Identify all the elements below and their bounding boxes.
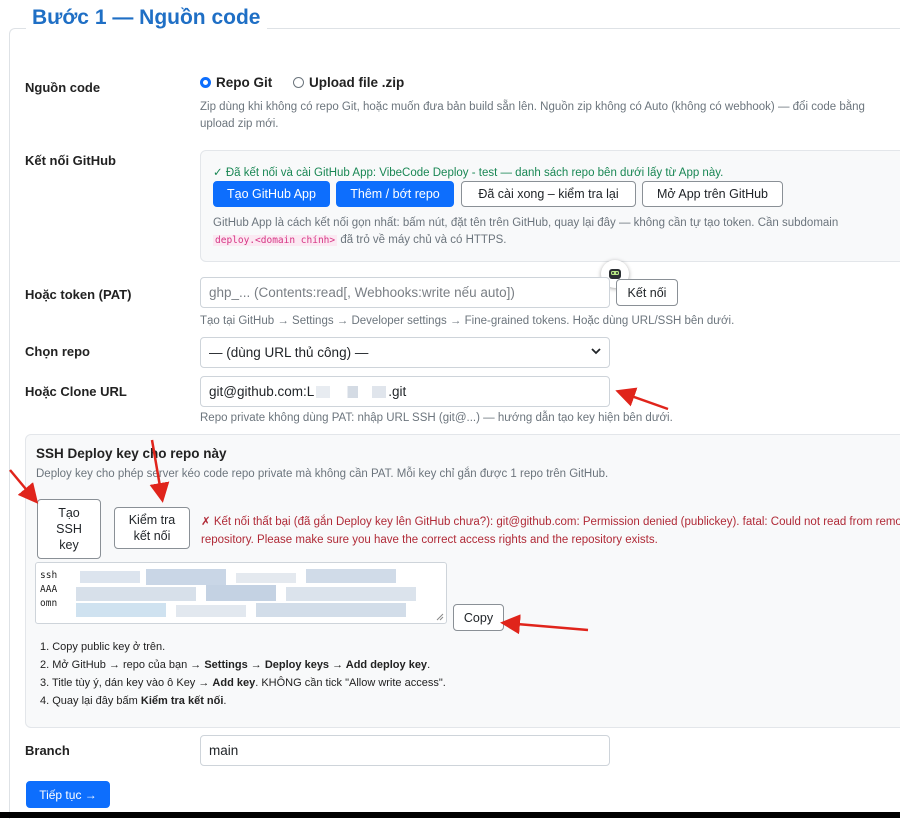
ssh-title: SSH Deploy key cho repo này	[36, 446, 227, 461]
step-title: Bước 1 — Nguồn code	[26, 6, 267, 30]
repo-label: Chọn repo	[25, 344, 90, 359]
clone-label: Hoặc Clone URL	[25, 384, 127, 399]
github-help: GitHub App là cách kết nối gọn nhất: bấm…	[213, 217, 839, 246]
github-connect-box: ✓ Đã kết nối và cài GitHub App: VibeCode…	[200, 150, 900, 262]
github-label: Kết nối GitHub	[25, 153, 116, 168]
resize-handle-icon[interactable]	[436, 613, 444, 621]
step-2: 2. Mở GitHub → repo của bạn → Settings →…	[40, 659, 431, 671]
connection-error: ✗ Kết nối thất bại (đã gắn Deploy key lê…	[201, 516, 900, 546]
create-ssh-key-button[interactable]: Tạo SSH key	[37, 499, 101, 559]
radio-repo-git-label: Repo Git	[216, 75, 273, 90]
radio-repo-git[interactable]: Repo Git	[200, 75, 272, 90]
repo-select-value: — (dùng URL thủ công) —	[209, 345, 369, 360]
token-connect-button[interactable]: Kết nối	[616, 279, 678, 306]
public-key-textarea[interactable]: ssh AAA omn	[35, 562, 447, 624]
radio-upload-zip[interactable]: Upload file .zip	[293, 75, 404, 90]
radio-upload-zip-label: Upload file .zip	[309, 75, 405, 90]
clone-url-input[interactable]: git@github.com:L .git	[200, 376, 610, 407]
step-3: 3. Title tùy ý, dán key vào ô Key → Add …	[40, 677, 446, 689]
ssh-steps: 1. Copy public key ở trên. 2. Mở GitHub …	[40, 638, 446, 710]
open-app-github-button[interactable]: Mở App trên GitHub	[642, 181, 783, 207]
ssh-desc: Deploy key cho phép server kéo code repo…	[36, 468, 609, 480]
check-connection-button[interactable]: Kiểm tra kết nối	[114, 507, 190, 549]
copy-key-button[interactable]: Copy	[453, 604, 504, 631]
token-help: Tạo tại GitHub → Settings → Developer se…	[200, 315, 735, 327]
continue-button[interactable]: Tiếp tục →	[26, 781, 110, 808]
clone-url-prefix: git@github.com:L	[209, 384, 315, 399]
token-label: Hoặc token (PAT)	[25, 287, 132, 302]
recheck-install-button[interactable]: Đã cài xong – kiểm tra lại	[461, 181, 636, 207]
clone-help: Repo private không dùng PAT: nhập URL SS…	[200, 412, 673, 424]
create-github-app-button[interactable]: Tạo GitHub App	[213, 181, 330, 207]
radio-checked-icon	[200, 77, 211, 88]
subdomain-code: deploy.<domain chính>	[213, 235, 338, 246]
chevron-down-icon	[591, 348, 601, 355]
source-help: Zip dùng khi không có repo Git, hoặc muố…	[200, 101, 865, 130]
public-key-text: ssh AAA omn	[40, 570, 58, 609]
add-remove-repo-button[interactable]: Thêm / bớt repo	[336, 181, 454, 207]
clone-url-suffix: .git	[388, 384, 407, 399]
redacted-repo-name	[316, 385, 387, 398]
github-status: ✓ Đã kết nối và cài GitHub App: VibeCode…	[213, 167, 724, 179]
source-label: Nguồn code	[25, 80, 101, 95]
branch-input[interactable]: main	[200, 735, 610, 766]
radio-unchecked-icon	[293, 77, 304, 88]
step-1: 1. Copy public key ở trên.	[40, 641, 166, 653]
ssh-deploy-key-box: SSH Deploy key cho repo này Deploy key c…	[25, 434, 900, 728]
step-4: 4. Quay lại đây bấm Kiểm tra kết nối.	[40, 695, 227, 707]
repo-select[interactable]: — (dùng URL thủ công) —	[200, 337, 610, 368]
bottom-edge	[0, 812, 900, 818]
token-input[interactable]: ghp_... (Contents:read[, Webhooks:write …	[200, 277, 610, 308]
branch-label: Branch	[25, 743, 70, 758]
